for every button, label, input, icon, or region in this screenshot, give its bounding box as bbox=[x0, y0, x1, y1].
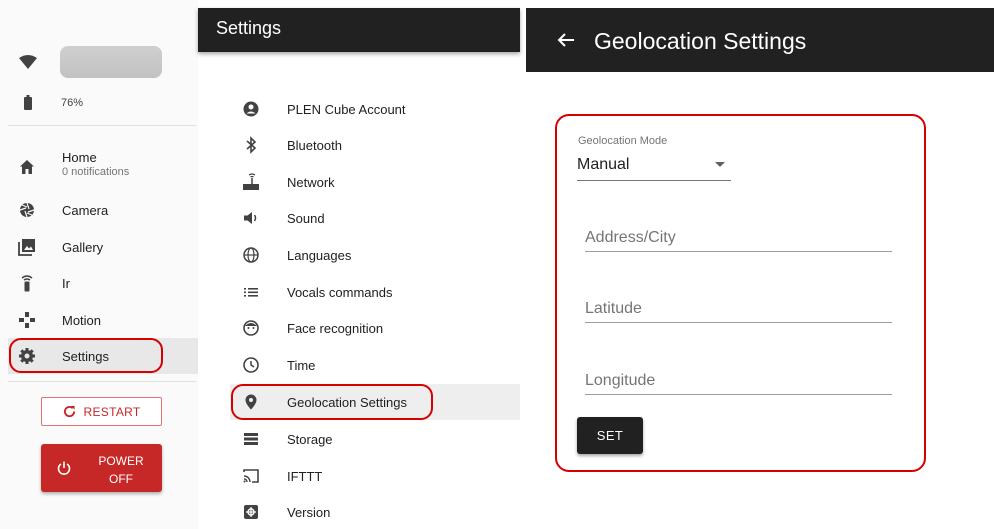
settings-item-label: Network bbox=[287, 174, 335, 190]
geolocation-title: Geolocation Settings bbox=[594, 28, 807, 54]
speaker-icon bbox=[244, 212, 257, 224]
settings-item-label: Languages bbox=[287, 247, 352, 263]
gamepad-icon bbox=[19, 312, 35, 328]
settings-list-panel: Settings PLEN Cube Account Bluetooth Net… bbox=[198, 0, 520, 529]
dropdown-arrow-icon bbox=[715, 162, 725, 167]
bluetooth-icon bbox=[246, 136, 257, 154]
settings-item-time[interactable]: Time bbox=[230, 347, 520, 383]
set-button[interactable]: SET bbox=[577, 417, 643, 454]
storage-icon bbox=[244, 433, 258, 445]
gallery-icon bbox=[18, 239, 35, 256]
power-off-label-line2: OFF bbox=[109, 472, 133, 486]
router-icon bbox=[243, 173, 259, 190]
latitude-field bbox=[585, 287, 892, 323]
geolocation-header: Geolocation Settings bbox=[526, 8, 994, 72]
nav-item-motion-label: Motion bbox=[62, 312, 102, 328]
nav-item-settings[interactable]: Settings bbox=[8, 338, 198, 374]
face-icon bbox=[243, 320, 259, 336]
restart-label: RESTART bbox=[83, 404, 141, 419]
settings-item-face-recognition[interactable]: Face recognition bbox=[230, 310, 520, 346]
address-city-field bbox=[585, 216, 892, 252]
settings-item-label: Geolocation Settings bbox=[287, 394, 407, 410]
settings-item-storage[interactable]: Storage bbox=[230, 421, 520, 457]
settings-item-network[interactable]: Network bbox=[230, 164, 520, 200]
nav-item-camera[interactable]: Camera bbox=[8, 192, 198, 228]
camera-iris-icon bbox=[19, 202, 35, 218]
settings-item-label: Vocals commands bbox=[287, 284, 393, 300]
back-arrow-icon[interactable] bbox=[556, 30, 576, 50]
settings-item-sound[interactable]: Sound bbox=[230, 200, 520, 236]
settings-item-label: Time bbox=[287, 357, 316, 373]
power-icon bbox=[57, 461, 71, 475]
location-pin-icon bbox=[245, 394, 257, 410]
settings-item-account[interactable]: PLEN Cube Account bbox=[230, 91, 520, 127]
settings-item-geolocation[interactable]: Geolocation Settings bbox=[230, 384, 520, 420]
navigation-drawer: 76% Home 0 notifications Camera Gallery … bbox=[0, 0, 198, 529]
notification-count: 0 notifications bbox=[62, 166, 130, 178]
refresh-icon bbox=[63, 405, 75, 418]
power-off-button[interactable]: POWER OFF bbox=[41, 444, 162, 492]
home-icon bbox=[20, 160, 34, 174]
globe-icon bbox=[243, 247, 259, 263]
power-off-label: POWER OFF bbox=[91, 452, 151, 488]
power-off-label-line1: POWER bbox=[98, 454, 144, 468]
cast-icon bbox=[243, 469, 259, 483]
geolocation-mode-select[interactable]: Manual bbox=[577, 152, 731, 181]
geolocation-mode-label: Geolocation Mode bbox=[578, 135, 668, 147]
network-name-redacted bbox=[60, 46, 162, 78]
geolocation-settings-panel: Geolocation Settings Geolocation Mode Ma… bbox=[526, 0, 994, 529]
nav-item-gallery-label: Gallery bbox=[62, 239, 104, 255]
settings-title: Settings bbox=[216, 18, 282, 38]
settings-item-label: Storage bbox=[287, 431, 333, 447]
settings-item-ifttt[interactable]: IFTTT bbox=[230, 458, 520, 494]
nav-item-motion[interactable]: Motion bbox=[8, 302, 198, 338]
clock-icon bbox=[243, 357, 259, 373]
latitude-input[interactable] bbox=[585, 300, 892, 318]
settings-item-label: PLEN Cube Account bbox=[287, 101, 406, 117]
remote-icon bbox=[21, 275, 33, 292]
drawer-divider bbox=[8, 125, 196, 126]
settings-item-languages[interactable]: Languages bbox=[230, 237, 520, 273]
settings-item-vocals[interactable]: Vocals commands bbox=[230, 274, 520, 310]
nav-item-home-label: Home bbox=[62, 150, 97, 165]
settings-item-label: Bluetooth bbox=[287, 137, 342, 153]
nav-item-settings-label: Settings bbox=[62, 348, 109, 364]
battery-icon bbox=[24, 95, 32, 110]
settings-item-label: Sound bbox=[287, 210, 325, 226]
nav-item-gallery[interactable]: Gallery bbox=[8, 229, 198, 265]
settings-header: Settings bbox=[198, 8, 520, 52]
settings-item-version[interactable]: Version bbox=[230, 494, 520, 529]
account-circle-icon bbox=[243, 101, 259, 117]
drawer-divider bbox=[8, 381, 196, 382]
nav-item-camera-label: Camera bbox=[62, 202, 109, 218]
gear-icon bbox=[19, 348, 35, 364]
longitude-input[interactable] bbox=[585, 372, 892, 390]
list-icon bbox=[244, 288, 258, 297]
settings-item-label: Version bbox=[287, 504, 331, 520]
nav-item-home[interactable]: Home 0 notifications bbox=[8, 146, 198, 186]
settings-item-label: Face recognition bbox=[287, 320, 384, 336]
wifi-icon bbox=[19, 55, 37, 69]
settings-item-bluetooth[interactable]: Bluetooth bbox=[230, 127, 520, 163]
geolocation-mode-value: Manual bbox=[577, 156, 630, 173]
nav-item-ir[interactable]: Ir bbox=[8, 265, 198, 301]
settings-item-label: IFTTT bbox=[287, 468, 323, 484]
battery-level: 76% bbox=[61, 97, 84, 109]
address-city-input[interactable] bbox=[585, 229, 892, 247]
restart-button[interactable]: RESTART bbox=[41, 397, 162, 426]
version-icon bbox=[244, 505, 258, 519]
longitude-field bbox=[585, 359, 892, 395]
nav-item-ir-label: Ir bbox=[62, 275, 70, 291]
